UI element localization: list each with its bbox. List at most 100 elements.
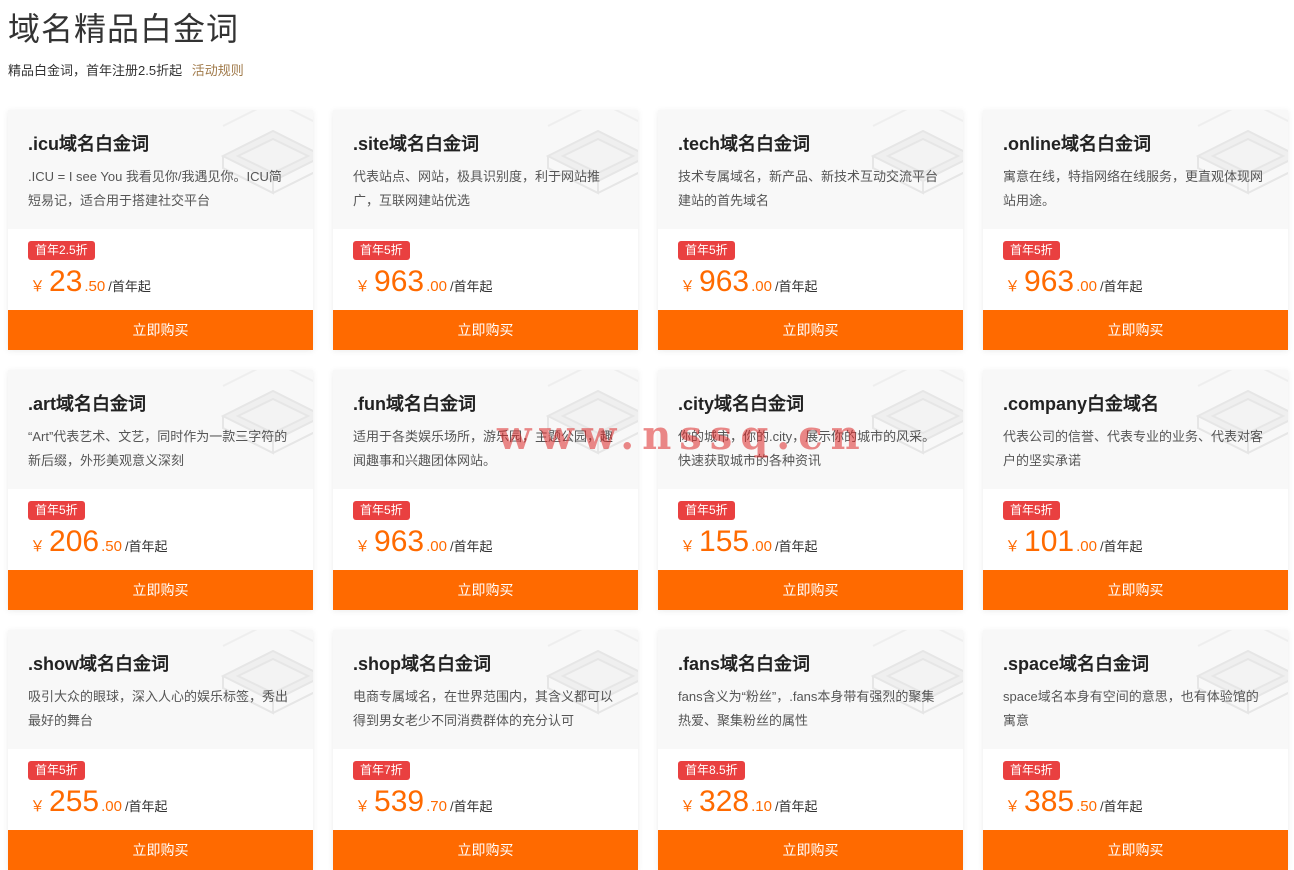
product-name: .art域名白金词 — [28, 394, 147, 414]
product-name: .company白金域名 — [1003, 394, 1160, 414]
buy-now-button[interactable]: 立即购买 — [658, 570, 963, 610]
card-pricing: 首年5折 ￥ 385.50/首年起 — [983, 749, 1288, 830]
product-description: 代表站点、网站，极具识别度，利于网站推广，互联网建站优选 — [353, 169, 601, 208]
price-unit: /首年起 — [1099, 799, 1143, 814]
discount-badge: 首年5折 — [678, 241, 735, 260]
card-header: .online域名白金词 寓意在线，特指网络在线服务，更直观体现网站用途。 — [983, 110, 1288, 229]
product-card: .art域名白金词 “Art”代表艺术、文艺，同时作为一款三字符的新后缀，外形美… — [8, 370, 313, 610]
price-integer: 963 — [1024, 265, 1075, 298]
discount-badge: 首年7折 — [353, 761, 410, 780]
product-card: .fans域名白金词 fans含义为“粉丝”，.fans本身带有强烈的聚集热爱、… — [658, 630, 963, 870]
card-header: .tech域名白金词 技术专属域名，新产品、新技术互动交流平台建站的首先域名 — [658, 110, 963, 229]
discount-badge: 首年5折 — [1003, 241, 1060, 260]
price-unit: /首年起 — [108, 279, 151, 294]
buy-now-button[interactable]: 立即购买 — [658, 310, 963, 350]
card-header: .site域名白金词 代表站点、网站，极具识别度，利于网站推广，互联网建站优选 — [333, 110, 638, 229]
price-integer: 963 — [374, 525, 425, 558]
product-description: space域名本身有空间的意思，也有体验馆的寓意 — [1003, 689, 1259, 728]
card-header: .company白金域名 代表公司的信誉、代表专业的业务、代表对客户的坚实承诺 — [983, 370, 1288, 489]
price-decimal: .70 — [426, 798, 447, 815]
card-header: .art域名白金词 “Art”代表艺术、文艺，同时作为一款三字符的新后缀，外形美… — [8, 370, 313, 489]
currency-symbol: ￥ — [30, 798, 46, 815]
price-unit: /首年起 — [124, 539, 168, 554]
currency-symbol: ￥ — [1005, 798, 1021, 815]
product-description: “Art”代表艺术、文艺，同时作为一款三字符的新后缀，外形美观意义深刻 — [28, 429, 288, 468]
price-unit: /首年起 — [124, 799, 168, 814]
price: ￥ 963.00/首年起 — [355, 525, 493, 559]
product-description: 吸引大众的眼球，深入人心的娱乐标签，秀出最好的舞台 — [28, 689, 289, 728]
price-decimal: .10 — [751, 798, 772, 815]
price-integer: 155 — [699, 525, 750, 558]
card-pricing: 首年5折 ￥ 101.00/首年起 — [983, 489, 1288, 570]
discount-badge: 首年2.5折 — [28, 241, 95, 260]
price-integer: 963 — [374, 265, 425, 298]
discount-badge: 首年8.5折 — [678, 761, 745, 780]
discount-badge: 首年5折 — [28, 501, 85, 520]
price-unit: /首年起 — [1099, 539, 1143, 554]
product-card: .site域名白金词 代表站点、网站，极具识别度，利于网站推广，互联网建站优选 … — [333, 110, 638, 350]
price-unit: /首年起 — [774, 799, 818, 814]
price: ￥ 963.00/首年起 — [680, 265, 818, 299]
discount-badge: 首年5折 — [28, 761, 85, 780]
buy-now-button[interactable]: 立即购买 — [983, 570, 1288, 610]
product-description: 代表公司的信誉、代表专业的业务、代表对客户的坚实承诺 — [1003, 429, 1264, 468]
card-header: .space域名白金词 space域名本身有空间的意思，也有体验馆的寓意 — [983, 630, 1288, 749]
price-integer: 255 — [49, 785, 100, 818]
price-unit: /首年起 — [449, 539, 493, 554]
product-card: .city域名白金词 你的城市，你的.city，展示你的城市的风采。快速获取城市… — [658, 370, 963, 610]
buy-now-button[interactable]: 立即购买 — [333, 310, 638, 350]
product-description: 技术专属域名，新产品、新技术互动交流平台建站的首先域名 — [678, 169, 939, 208]
buy-now-button[interactable]: 立即购买 — [983, 830, 1288, 870]
discount-badge: 首年5折 — [1003, 501, 1060, 520]
product-name: .space域名白金词 — [1003, 654, 1150, 674]
currency-symbol: ￥ — [680, 798, 696, 815]
price-integer: 23 — [49, 265, 83, 298]
buy-now-button[interactable]: 立即购买 — [8, 830, 313, 870]
card-header: .icu域名白金词 .ICU = I see You 我看见你/我遇见你。ICU… — [8, 110, 313, 229]
currency-symbol: ￥ — [1005, 538, 1021, 555]
buy-now-button[interactable]: 立即购买 — [983, 310, 1288, 350]
card-pricing: 首年5折 ￥ 155.00/首年起 — [658, 489, 963, 570]
product-card: .fun域名白金词 适用于各类娱乐场所，游乐园，主题公园，趣闻趣事和兴趣团体网站… — [333, 370, 638, 610]
product-name: .fun域名白金词 — [353, 394, 476, 414]
card-header: .shop域名白金词 电商专属域名，在世界范围内，其含义都可以得到男女老少不同消… — [333, 630, 638, 749]
subtitle-text: 精品白金词，首年注册2.5折起 — [8, 63, 183, 78]
price: ￥ 255.00/首年起 — [30, 785, 168, 819]
price-decimal: .50 — [1076, 798, 1097, 815]
price-unit: /首年起 — [774, 539, 818, 554]
price: ￥ 539.70/首年起 — [355, 785, 493, 819]
card-pricing: 首年2.5折 ￥ 23.50/首年起 — [8, 229, 313, 310]
product-card: .show域名白金词 吸引大众的眼球，深入人心的娱乐标签，秀出最好的舞台 首年5… — [8, 630, 313, 870]
price: ￥ 155.00/首年起 — [680, 525, 818, 559]
price-integer: 539 — [374, 785, 425, 818]
product-description: 你的城市，你的.city，展示你的城市的风采。快速获取城市的各种资讯 — [678, 429, 936, 468]
buy-now-button[interactable]: 立即购买 — [8, 310, 313, 350]
buy-now-button[interactable]: 立即购买 — [333, 830, 638, 870]
price-decimal: .00 — [426, 538, 447, 555]
buy-now-button[interactable]: 立即购买 — [658, 830, 963, 870]
product-description: 适用于各类娱乐场所，游乐园，主题公园，趣闻趣事和兴趣团体网站。 — [353, 429, 614, 468]
currency-symbol: ￥ — [355, 798, 371, 815]
product-card: .online域名白金词 寓意在线，特指网络在线服务，更直观体现网站用途。 首年… — [983, 110, 1288, 350]
card-pricing: 首年5折 ￥ 255.00/首年起 — [8, 749, 313, 830]
product-card: .shop域名白金词 电商专属域名，在世界范围内，其含义都可以得到男女老少不同消… — [333, 630, 638, 870]
buy-now-button[interactable]: 立即购买 — [333, 570, 638, 610]
price-decimal: .50 — [101, 538, 122, 555]
price-integer: 385 — [1024, 785, 1075, 818]
currency-symbol: ￥ — [355, 538, 371, 555]
activity-rules-link[interactable]: 活动规则 — [192, 63, 244, 78]
price-decimal: .00 — [426, 278, 447, 295]
price-decimal: .00 — [1076, 278, 1097, 295]
currency-symbol: ￥ — [680, 538, 696, 555]
card-pricing: 首年5折 ￥ 206.50/首年起 — [8, 489, 313, 570]
discount-badge: 首年5折 — [678, 501, 735, 520]
card-header: .city域名白金词 你的城市，你的.city，展示你的城市的风采。快速获取城市… — [658, 370, 963, 489]
page-subtitle: 精品白金词，首年注册2.5折起 活动规则 — [8, 60, 244, 79]
price: ￥ 328.10/首年起 — [680, 785, 818, 819]
product-card: .tech域名白金词 技术专属域名，新产品、新技术互动交流平台建站的首先域名 首… — [658, 110, 963, 350]
product-name: .site域名白金词 — [353, 134, 480, 154]
price-integer: 206 — [49, 525, 100, 558]
buy-now-button[interactable]: 立即购买 — [8, 570, 313, 610]
price: ￥ 206.50/首年起 — [30, 525, 168, 559]
price-integer: 328 — [699, 785, 750, 818]
